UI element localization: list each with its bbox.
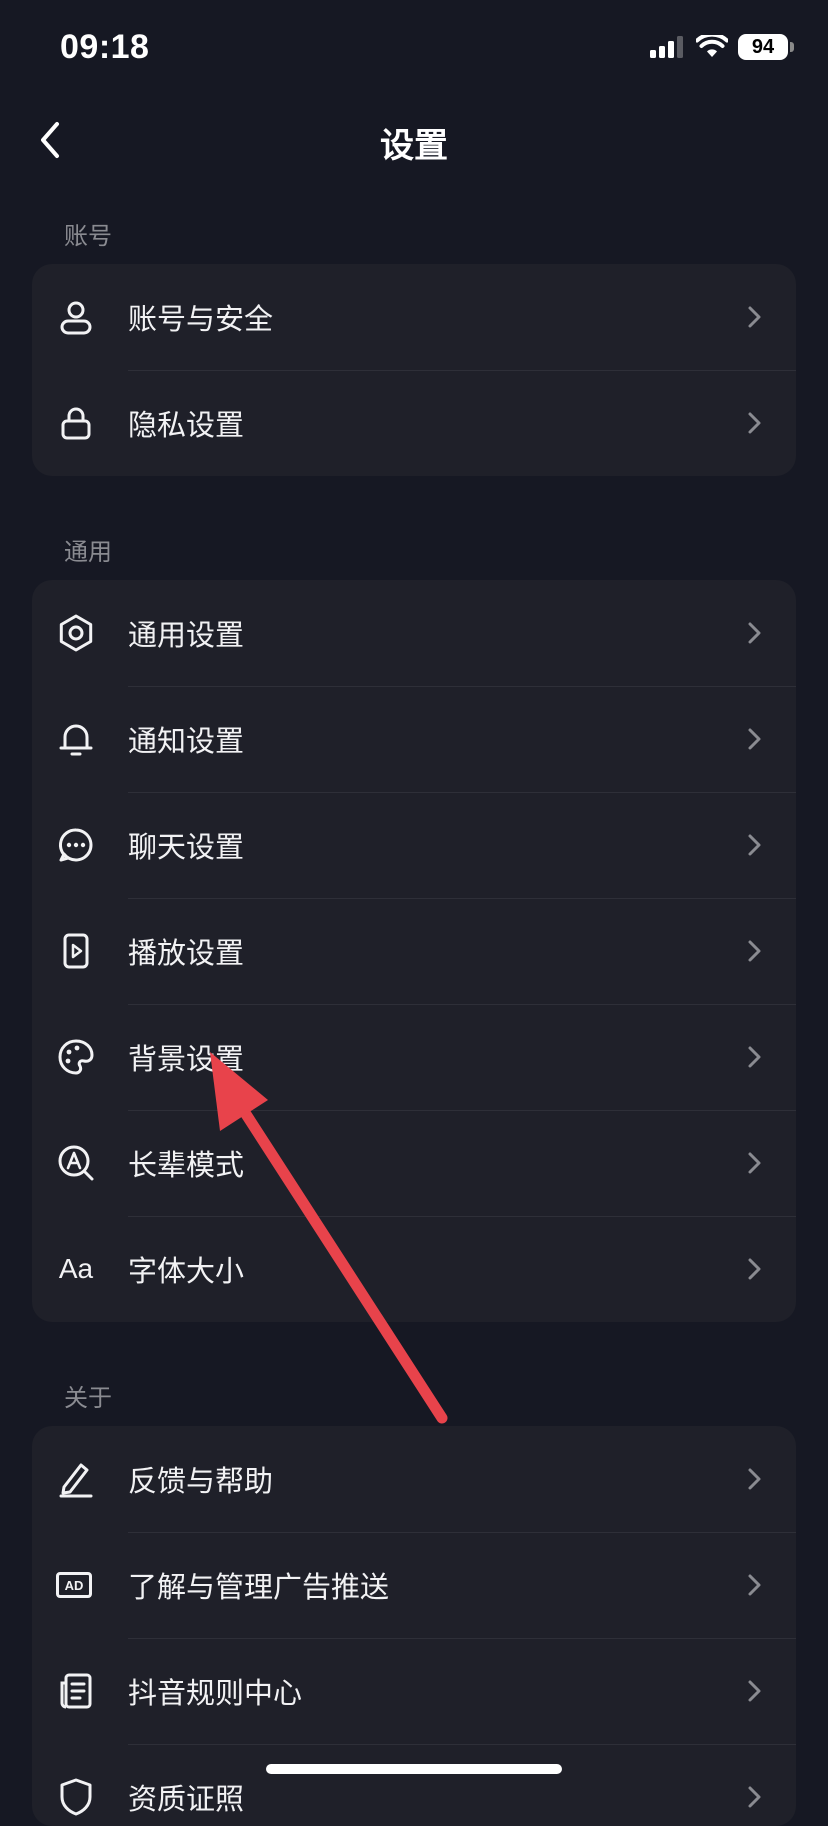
shield-icon	[56, 1777, 96, 1817]
navigation-bar: 设置	[0, 100, 828, 180]
battery-tip	[790, 42, 794, 52]
row-label: 通用设置	[128, 618, 245, 652]
general-card: 通用设置 通知设置 聊天设置 播放设置 背景设置 长辈模式 Aa 字体大小	[32, 580, 796, 1322]
row-label: 背景设置	[128, 1042, 245, 1076]
row-label: 播放设置	[128, 936, 245, 970]
play-icon	[56, 931, 96, 971]
settings-row-chat[interactable]: 聊天设置	[32, 792, 796, 898]
chevron-right-icon	[748, 834, 761, 856]
home-indicator	[266, 1764, 562, 1774]
chevron-right-icon	[748, 940, 761, 962]
row-label: 通知设置	[128, 724, 245, 758]
ad-icon-text: AD	[64, 1577, 84, 1593]
row-label: 资质证照	[128, 1782, 245, 1816]
account-card: 账号与安全 隐私设置	[32, 264, 796, 476]
row-label: 隐私设置	[128, 408, 245, 442]
pencil-icon	[56, 1459, 96, 1499]
page-title: 设置	[380, 126, 448, 166]
bell-icon	[56, 719, 96, 759]
lock-icon	[56, 403, 96, 443]
settings-row-playback[interactable]: 播放设置	[32, 898, 796, 1004]
settings-row-rules-center[interactable]: 抖音规则中心	[32, 1638, 796, 1744]
chat-bubble-icon	[56, 825, 96, 865]
chevron-right-icon	[748, 306, 761, 328]
settings-row-privacy[interactable]: 隐私设置	[32, 370, 796, 476]
document-icon	[56, 1671, 96, 1711]
row-label: 聊天设置	[128, 830, 245, 864]
status-icons: 94	[650, 34, 794, 60]
settings-row-qualifications[interactable]: 资质证照	[32, 1744, 796, 1826]
settings-row-font-size[interactable]: Aa 字体大小	[32, 1216, 796, 1322]
settings-row-general[interactable]: 通用设置	[32, 580, 796, 686]
chevron-right-icon	[748, 728, 761, 750]
section-header-general: 通用	[64, 538, 112, 566]
elder-mode-icon	[56, 1143, 96, 1183]
settings-row-notification[interactable]: 通知设置	[32, 686, 796, 792]
battery-level: 94	[751, 35, 775, 58]
status-bar: 09:18 94	[0, 0, 828, 100]
chevron-right-icon	[748, 1468, 761, 1490]
section-header-account: 账号	[64, 222, 112, 250]
cellular-signal-icon	[650, 36, 683, 58]
gear-icon	[56, 613, 96, 653]
status-time: 09:18	[60, 28, 150, 66]
row-label: 了解与管理广告推送	[128, 1570, 390, 1604]
chevron-right-icon	[748, 1152, 761, 1174]
font-size-icon: Aa	[58, 1253, 94, 1284]
chevron-right-icon	[748, 1574, 761, 1596]
palette-icon	[56, 1037, 96, 1077]
settings-row-elder-mode[interactable]: 长辈模式	[32, 1110, 796, 1216]
row-label: 账号与安全	[128, 302, 274, 336]
section-header-about: 关于	[64, 1384, 112, 1412]
settings-row-ad-management[interactable]: AD 了解与管理广告推送	[32, 1532, 796, 1638]
settings-row-feedback[interactable]: 反馈与帮助	[32, 1426, 796, 1532]
row-label: 字体大小	[128, 1254, 245, 1288]
chevron-right-icon	[748, 622, 761, 644]
chevron-right-icon	[748, 412, 761, 434]
row-label: 长辈模式	[128, 1148, 245, 1182]
ad-icon: AD	[56, 1572, 92, 1598]
battery-indicator: 94	[738, 34, 794, 60]
row-label: 反馈与帮助	[128, 1464, 274, 1498]
chevron-right-icon	[748, 1786, 761, 1808]
chevron-right-icon	[748, 1258, 761, 1280]
chevron-right-icon	[748, 1046, 761, 1068]
settings-row-account-security[interactable]: 账号与安全	[32, 264, 796, 370]
chevron-right-icon	[748, 1680, 761, 1702]
wifi-icon	[696, 35, 728, 57]
row-label: 抖音规则中心	[128, 1676, 303, 1710]
person-icon	[56, 297, 96, 337]
settings-row-background[interactable]: 背景设置	[32, 1004, 796, 1110]
